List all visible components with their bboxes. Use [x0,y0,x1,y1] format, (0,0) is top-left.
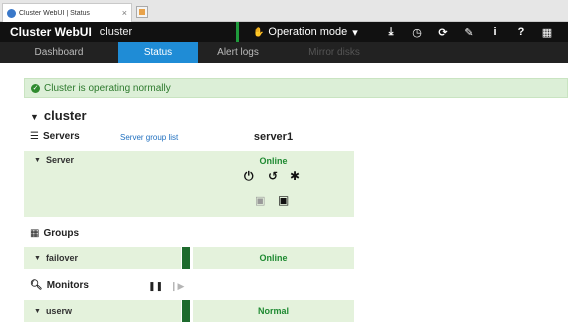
monitor-row-label-text: userw [45,306,72,316]
browser-tab[interactable]: Cluster WebUI | Status × [2,3,132,22]
group-status: Online [259,253,288,263]
pause-icon[interactable]: ❚❚ [148,281,163,292]
alert-text: Cluster is operating normally [44,82,171,94]
header-toolbar: ⤓ ◷ ⟳ ✎ i ? ▦ [378,22,560,42]
server-group-list-link[interactable]: Server group list [120,133,178,142]
server-row-label-text: Server [45,155,74,165]
operation-mode-label: Operation mode [268,26,348,38]
monitor-status: Normal [257,306,289,316]
clock-icon[interactable]: ◷ [404,26,430,39]
monitors-label-text: Monitors [46,280,89,291]
status-content: ✓ Cluster is operating normally ▼ cluster… [0,63,568,323]
tab-status[interactable]: Status [118,42,198,63]
groups-label-text: Groups [43,228,80,239]
group-row-label-text: failover [45,253,78,263]
operation-mode-dropdown[interactable]: ✋ Operation mode ▾ [236,22,372,42]
group-status-indicator [182,247,190,269]
cluster-title-text: cluster [43,108,87,123]
cluster-title[interactable]: ▼ cluster [30,108,87,123]
restart-icon[interactable]: ↺ [268,169,278,183]
chevron-down-icon: ▼ [34,156,41,164]
chevron-down-icon: ▼ [34,307,41,315]
browser-favicon-icon [7,8,16,18]
monitor-row-label[interactable]: ▼ userw [34,306,72,316]
refresh-icon[interactable]: ⟳ [430,26,456,39]
new-tab-button[interactable] [136,6,148,18]
browser-tab-strip: Cluster WebUI | Status × [0,0,568,22]
hand-icon: ✋ [253,26,265,37]
info-icon[interactable]: i [482,26,508,38]
grid-icon: ▦ [30,228,40,239]
close-tab-icon[interactable]: × [122,8,127,18]
wrench-icon[interactable]: ✎ [456,26,482,39]
monitors-label: 🔍︎ Monitors [30,280,89,291]
server-name: server1 [253,131,294,143]
cluster-status-alert: ✓ Cluster is operating normally [24,78,568,98]
cluster-name: cluster [99,26,133,38]
server-status: Online [259,156,288,166]
server-row-label[interactable]: ▼ Server [34,155,74,165]
menu-grid-icon[interactable]: ▦ [534,26,560,39]
chevron-down-icon: ▼ [30,112,39,122]
suspend-icon: ▣ [255,195,266,207]
download-icon[interactable]: ⤓ [378,26,404,39]
check-circle-icon: ✓ [31,83,40,93]
browser-tab-title: Cluster WebUI | Status [19,9,90,17]
servers-label-text: Servers [42,131,80,142]
chevron-down-icon: ▼ [34,254,41,262]
resume-monitor-icon: ❙▶ [170,281,185,291]
tab-mirror-disks: Mirror disks [308,47,360,58]
groups-label: ▦ Groups [30,228,79,239]
help-icon[interactable]: ? [508,26,534,38]
chevron-down-icon: ▾ [352,26,358,39]
group-row-label[interactable]: ▼ failover [34,253,78,263]
app-header: Cluster WebUI cluster ✋ Operation mode ▾… [0,22,568,42]
servers-label: ☰ Servers [30,131,80,142]
search-icon: 🔍︎ [30,280,43,291]
monitor-status-indicator [182,300,190,322]
resume-icon[interactable]: ▣ [278,193,289,207]
main-nav: Dashboard Status Alert logs Mirror disks [0,42,568,63]
tab-alert-logs[interactable]: Alert logs [198,42,278,63]
tab-dashboard[interactable]: Dashboard [0,42,118,63]
power-icon[interactable]: ⏻ [244,169,254,184]
gear-icon[interactable]: ✱ [290,169,300,183]
app-brand: Cluster WebUI [10,25,92,39]
list-icon: ☰ [30,131,39,142]
